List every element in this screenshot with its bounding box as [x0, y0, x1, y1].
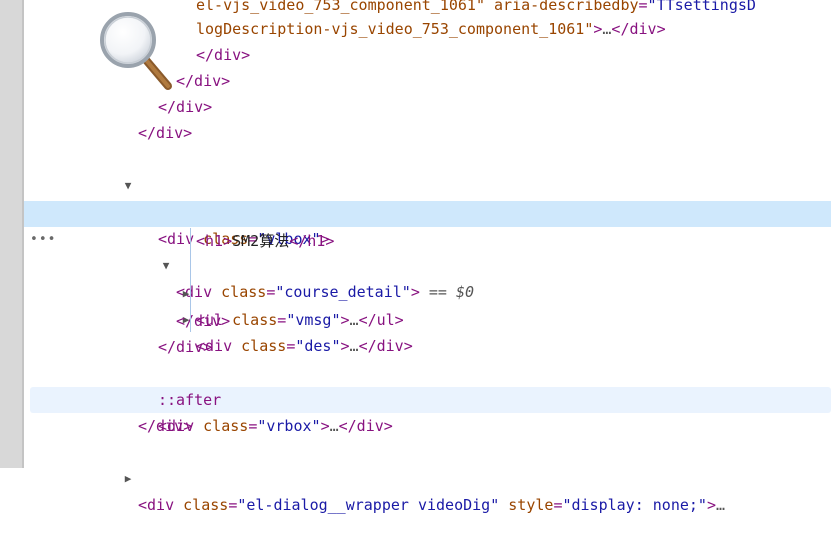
token-tag: </div> [138, 124, 193, 142]
dom-node-row[interactable]: ▶ <div class="vrbox">…</div> [24, 361, 831, 435]
selection-indent-guide [190, 228, 191, 332]
dom-node-row[interactable]: </div> [24, 68, 831, 94]
token-tag: </h1> [289, 232, 335, 250]
dom-node-row[interactable]: <h1>SM2算法</h1> [24, 228, 831, 254]
token-txt: SM2算法 [232, 232, 290, 250]
token-gray: … [716, 496, 726, 514]
panel-left-gutter [0, 0, 24, 468]
token-tag: = [638, 0, 648, 14]
dom-node-row[interactable]: ▼ <div class="vlbox"> [24, 174, 831, 248]
token-val[interactable]: "TTsettingsD [648, 0, 756, 14]
token-tag: </div> [176, 72, 231, 90]
dom-node-row[interactable]: ▶ <div class="des">…</div> [24, 281, 831, 355]
token-attr[interactable]: class [183, 496, 228, 514]
dom-node-row-hovered[interactable]: ::after [30, 387, 831, 413]
node-text: </div> [138, 120, 192, 146]
node-text: </div> [176, 68, 230, 94]
token-tag: <h1> [196, 232, 233, 250]
collapse-triangle-icon[interactable]: ▶ [122, 466, 134, 492]
token-val[interactable]: "el-dialog__wrapper videoDig" [237, 496, 499, 514]
token-tag: <div [138, 496, 184, 514]
dom-node-row[interactable]: </div> [24, 334, 831, 360]
token-tag: </div> [196, 46, 251, 64]
token-pseudo: ::after [158, 391, 222, 409]
dom-node-row[interactable]: ▼ <div class="video_detail mw1200 clearf… [24, 147, 831, 221]
token-tag: </div> [611, 20, 666, 38]
dom-node-row[interactable]: </div> [24, 120, 831, 146]
node-text: </div> [158, 94, 212, 120]
dom-node-row[interactable]: </div> [24, 94, 831, 120]
token-tag: = [553, 496, 563, 514]
node-text: <h1>SM2算法</h1> [196, 228, 334, 254]
node-text: ::after [158, 387, 221, 413]
node-text: <div class="el-dialog__wrapper videoDig"… [138, 492, 725, 518]
token-attr[interactable]: logDescription-vjs_video_753_component_1… [196, 20, 593, 38]
node-text: </div> [176, 308, 230, 334]
dom-node-row[interactable]: ▶ <ul class="vmsg">…</ul> [24, 255, 831, 329]
dom-node-row[interactable]: ▶ <div class="el-dialog__wrapper videoDi… [24, 440, 831, 514]
dom-node-row[interactable]: logDescription-vjs_video_753_component_1… [24, 16, 831, 42]
dom-node-row[interactable]: </div> [24, 308, 831, 334]
node-text: </div> [196, 42, 250, 68]
token-tag: = [228, 496, 238, 514]
node-text: </div> [158, 334, 212, 360]
token-val[interactable]: "display: none;" [562, 496, 707, 514]
dom-node-row[interactable]: </div> [24, 42, 831, 68]
token-attr[interactable]: aria-describedby [485, 0, 639, 14]
node-text: </div> [138, 413, 192, 439]
dom-node-row-selected[interactable]: ••• ▼ <div class="course_detail"> == $0 [24, 201, 831, 301]
token-tag: </div> [176, 312, 231, 330]
node-text: logDescription-vjs_video_753_component_1… [196, 16, 666, 42]
token-tag: </div> [158, 98, 213, 116]
token-tag: </div> [158, 338, 213, 356]
token-attr[interactable]: style [499, 496, 553, 514]
dom-node-row[interactable]: </div> [24, 413, 831, 439]
token-tag: </div> [138, 417, 193, 435]
token-tag: > [706, 496, 716, 514]
token-attr[interactable]: el-vjs_video_753_component_1061" [196, 0, 485, 14]
dom-tree: el-vjs_video_753_component_1061" aria-de… [24, 0, 831, 514]
